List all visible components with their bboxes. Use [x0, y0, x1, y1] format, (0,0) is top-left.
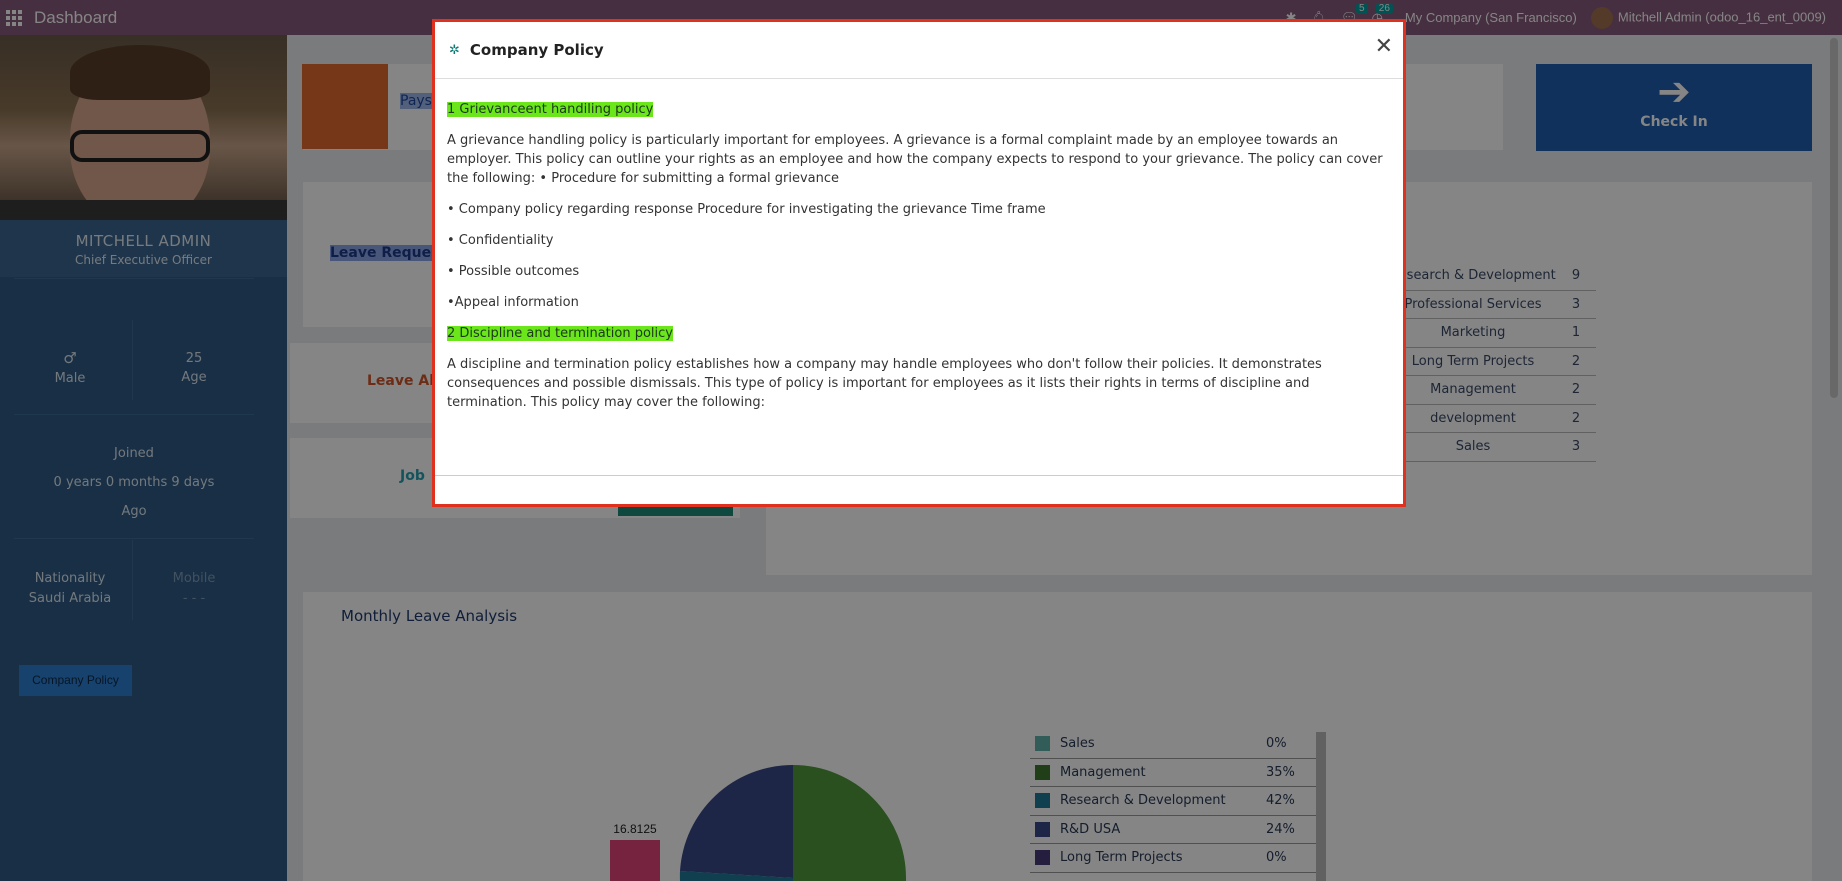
policy-paragraph-1: A grievance handling policy is particula…: [447, 133, 1383, 186]
bug-icon: ✲: [449, 42, 460, 58]
dialog-body: 1 Grievanceent handiling policy A grieva…: [435, 79, 1403, 412]
company-policy-dialog: ✲ Company Policy ✕ 1 Grievanceent handil…: [432, 19, 1406, 507]
dialog-footer-divider: [435, 475, 1403, 476]
policy-paragraph-2: A discipline and termination policy esta…: [447, 357, 1322, 410]
policy-bullet: • Possible outcomes: [447, 264, 580, 279]
close-icon[interactable]: ✕: [1375, 36, 1393, 58]
dialog-title: Company Policy: [469, 41, 604, 59]
policy-bullet: • Confidentiality: [447, 233, 554, 248]
policy-bullet: •Appeal information: [447, 295, 579, 310]
dialog-header: ✲ Company Policy: [435, 22, 1403, 79]
policy-heading-1: 1 Grievanceent handiling policy: [447, 102, 654, 117]
policy-heading-2: 2 Discipline and termination policy: [447, 326, 673, 341]
policy-bullet: • Company policy regarding response Proc…: [447, 202, 1046, 217]
